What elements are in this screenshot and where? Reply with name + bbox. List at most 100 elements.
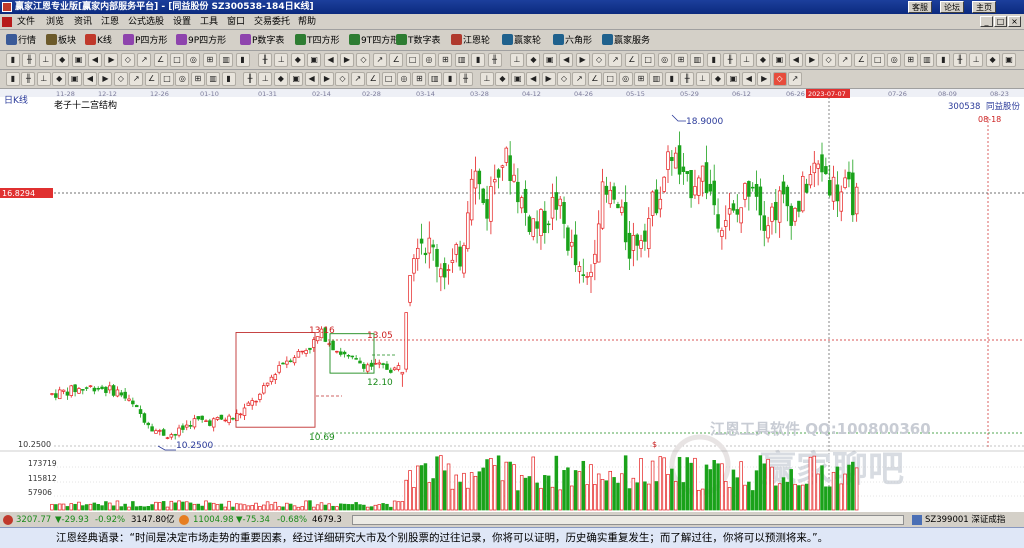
bars-icon[interactable]: ◎: [175, 72, 190, 86]
toolbar-grid-button[interactable]: 行情: [6, 33, 36, 49]
bars-icon[interactable]: ⊞: [412, 72, 427, 86]
menu-browse[interactable]: 浏览: [46, 14, 64, 30]
diamond-icon[interactable]: ▥: [454, 53, 469, 67]
menu-info[interactable]: 资讯: [74, 14, 92, 30]
toolbar-kline-button[interactable]: K线: [85, 33, 112, 49]
bars-icon[interactable]: ▣: [289, 72, 304, 86]
minimize-button[interactable]: _: [980, 16, 993, 27]
bars-icon[interactable]: ╫: [22, 53, 37, 67]
rect-icon[interactable]: ◎: [657, 53, 672, 67]
bars-icon[interactable]: ▥: [649, 72, 664, 86]
label-icon[interactable]: ▶: [575, 53, 590, 67]
ticker-scrollbar[interactable]: [352, 515, 904, 525]
bars-icon[interactable]: ◎: [618, 72, 633, 86]
restore-button[interactable]: □: [994, 16, 1007, 27]
tool-icon[interactable]: ◆: [55, 53, 70, 67]
bars-icon[interactable]: ⊥: [695, 72, 710, 86]
next-icon[interactable]: ▣: [307, 53, 322, 67]
toolbar-9t-square-button[interactable]: 9T四方形: [349, 33, 399, 49]
crosshair-icon[interactable]: ◆: [526, 53, 541, 67]
rect-icon[interactable]: ⊥: [969, 53, 984, 67]
infinity-icon[interactable]: ↗: [788, 72, 802, 86]
toolbar-gann-wheel-button[interactable]: 江恩轮: [451, 33, 490, 49]
tool-icon[interactable]: ◀: [88, 53, 102, 67]
bars-icon[interactable]: ▶: [757, 72, 772, 86]
menu-settings[interactable]: 设置: [173, 14, 191, 30]
bars-icon[interactable]: ▶: [541, 72, 556, 86]
rect-icon[interactable]: ▥: [690, 53, 705, 67]
rect-icon[interactable]: ▣: [1002, 53, 1016, 67]
bars-icon[interactable]: ↗: [129, 72, 144, 86]
toolbar-9p-square-button[interactable]: 9P四方形: [176, 33, 226, 49]
bars-icon[interactable]: □: [160, 72, 174, 86]
menu-app-icon[interactable]: [2, 17, 12, 27]
rect-icon[interactable]: ↗: [838, 53, 852, 67]
tool-icon[interactable]: ▣: [71, 53, 86, 67]
bars-icon[interactable]: ⊞: [634, 72, 648, 86]
diamond-icon[interactable]: ▮: [471, 53, 486, 67]
menu-formula-select[interactable]: 公式选股: [128, 14, 164, 30]
bars-icon[interactable]: ∠: [587, 72, 602, 86]
first-icon[interactable]: ╫: [258, 53, 272, 67]
toolbar-hexagon-button[interactable]: 六角形: [553, 33, 592, 49]
toolbar-blocks-button[interactable]: 板块: [46, 33, 76, 49]
title-link-forum[interactable]: 论坛: [940, 1, 964, 13]
diamond-icon[interactable]: ⊞: [438, 53, 453, 67]
tool-icon[interactable]: ∠: [153, 53, 168, 67]
rect-icon[interactable]: ◆: [985, 53, 1000, 67]
period-icon[interactable]: ▮: [6, 72, 20, 86]
rect-icon[interactable]: ⊞: [674, 53, 688, 67]
title-link-home[interactable]: 主页: [972, 1, 996, 13]
rect-icon[interactable]: ▣: [772, 53, 787, 67]
bars-icon[interactable]: ◀: [304, 72, 319, 86]
toolbar-winner-wheel-button[interactable]: 赢家轮: [502, 33, 541, 49]
rect-icon[interactable]: ⊥: [739, 53, 754, 67]
bars-icon[interactable]: ◆: [52, 72, 67, 86]
bars-icon[interactable]: ◀: [526, 72, 541, 86]
gann-fan-icon[interactable]: ◀: [559, 53, 574, 67]
line-icon[interactable]: ▣: [542, 53, 557, 67]
rect-icon[interactable]: ◆: [756, 53, 770, 67]
bars-icon[interactable]: ◇: [113, 72, 128, 86]
close-button[interactable]: ×: [1008, 16, 1021, 27]
toolbar-service-button[interactable]: 赢家服务: [602, 33, 650, 49]
bars-icon[interactable]: ◇: [335, 72, 350, 86]
toolbar-t-table-button[interactable]: T数字表: [396, 33, 441, 49]
rect-icon[interactable]: ◇: [592, 53, 606, 67]
hand-icon[interactable]: ⊥: [510, 53, 524, 67]
menu-tools[interactable]: 工具: [200, 14, 218, 30]
rect-icon[interactable]: □: [641, 53, 656, 67]
bars-icon[interactable]: ▣: [67, 72, 82, 86]
rect-icon[interactable]: ╫: [723, 53, 738, 67]
play-icon[interactable]: ◆: [290, 53, 305, 67]
bars-icon[interactable]: ◎: [397, 72, 411, 86]
bars-icon[interactable]: ▮: [664, 72, 679, 86]
bars-icon[interactable]: ◆: [495, 72, 510, 86]
bars-icon[interactable]: ▣: [726, 72, 741, 86]
bars-icon[interactable]: ▮: [221, 72, 236, 86]
bars-icon[interactable]: ↗: [350, 72, 365, 86]
ruler-icon[interactable]: ⊥: [38, 53, 53, 67]
bars-icon[interactable]: ╫: [680, 72, 695, 86]
bars-icon[interactable]: ▶: [98, 72, 113, 86]
rect-icon[interactable]: □: [870, 53, 885, 67]
diamond-icon[interactable]: ◇: [356, 53, 371, 67]
bars-icon[interactable]: ▣: [510, 72, 525, 86]
bars-icon[interactable]: ▥: [427, 72, 442, 86]
menu-gann[interactable]: 江恩: [101, 14, 119, 30]
bars-icon[interactable]: ↗: [572, 72, 587, 86]
bars-icon[interactable]: ◆: [711, 72, 725, 86]
kline-chart[interactable]: 11-28 12-12 12-26 01-10 01-31 02-14 02-28 03-14…: [0, 89, 1024, 511]
tool-icon[interactable]: ◎: [186, 53, 201, 67]
diamond-icon[interactable]: ╫: [487, 53, 502, 67]
bars-icon[interactable]: ∠: [144, 72, 159, 86]
bars-icon[interactable]: ⊥: [36, 72, 51, 86]
tool-icon[interactable]: ⊞: [202, 53, 217, 67]
rect-icon[interactable]: ∠: [624, 53, 639, 67]
menu-trade[interactable]: 交易委托: [254, 14, 290, 30]
kline-chart-area[interactable]: 11-28 12-12 12-26 01-10 01-31 02-14 02-28 03-14…: [0, 89, 1024, 511]
bars-icon[interactable]: ⊥: [258, 72, 273, 86]
bars-icon[interactable]: □: [603, 72, 618, 86]
bars-icon[interactable]: ◀: [741, 72, 756, 86]
bars-icon[interactable]: ∠: [366, 72, 381, 86]
